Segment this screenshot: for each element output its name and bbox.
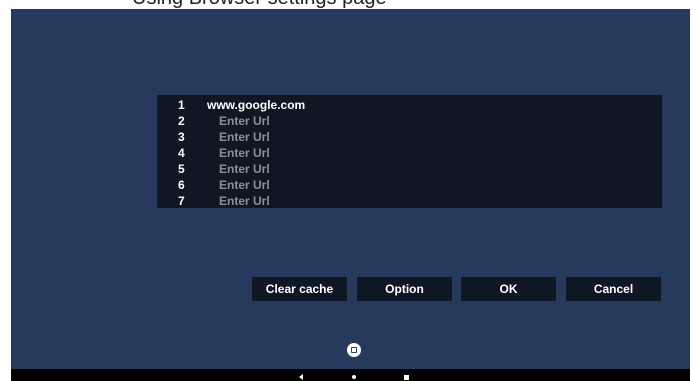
url-input-7[interactable] [201, 193, 659, 209]
url-row-4: 4 [157, 145, 662, 161]
cancel-button[interactable]: Cancel [566, 277, 661, 301]
url-input-6[interactable] [201, 177, 659, 193]
back-icon[interactable] [299, 374, 303, 380]
url-input-4[interactable] [201, 145, 659, 161]
url-number: 3 [178, 130, 185, 144]
header-strip: Using Browser settings page [0, 0, 697, 9]
option-button[interactable]: Option [357, 277, 452, 301]
ok-button[interactable]: OK [461, 277, 556, 301]
url-row-2: 2 [157, 113, 662, 129]
url-input-2[interactable] [201, 113, 659, 129]
url-input-5[interactable] [201, 161, 659, 177]
url-number: 2 [178, 114, 185, 128]
header-text: Using Browser settings page [132, 0, 387, 9]
url-row-7: 7 [157, 193, 662, 209]
url-number: 6 [178, 178, 185, 192]
system-nav-bar [11, 369, 690, 381]
url-row-5: 5 [157, 161, 662, 177]
url-number: 4 [178, 146, 185, 160]
url-number: 5 [178, 162, 185, 176]
url-list-panel: 1 2 3 4 5 6 7 [157, 95, 662, 209]
url-number: 7 [178, 194, 185, 208]
clear-cache-button[interactable]: Clear cache [252, 277, 347, 301]
url-number: 1 [178, 98, 185, 112]
home-icon[interactable] [352, 375, 356, 379]
url-row-6: 6 [157, 177, 662, 193]
url-row-1: 1 [157, 97, 662, 113]
url-input-3[interactable] [201, 129, 659, 145]
url-input-1[interactable] [201, 97, 647, 113]
recents-icon[interactable] [404, 375, 409, 380]
browser-settings-screen: 1 2 3 4 5 6 7 Clear cache Option OK Ca [11, 9, 690, 369]
url-row-3: 3 [157, 129, 662, 145]
home-circle-icon[interactable] [347, 343, 361, 357]
